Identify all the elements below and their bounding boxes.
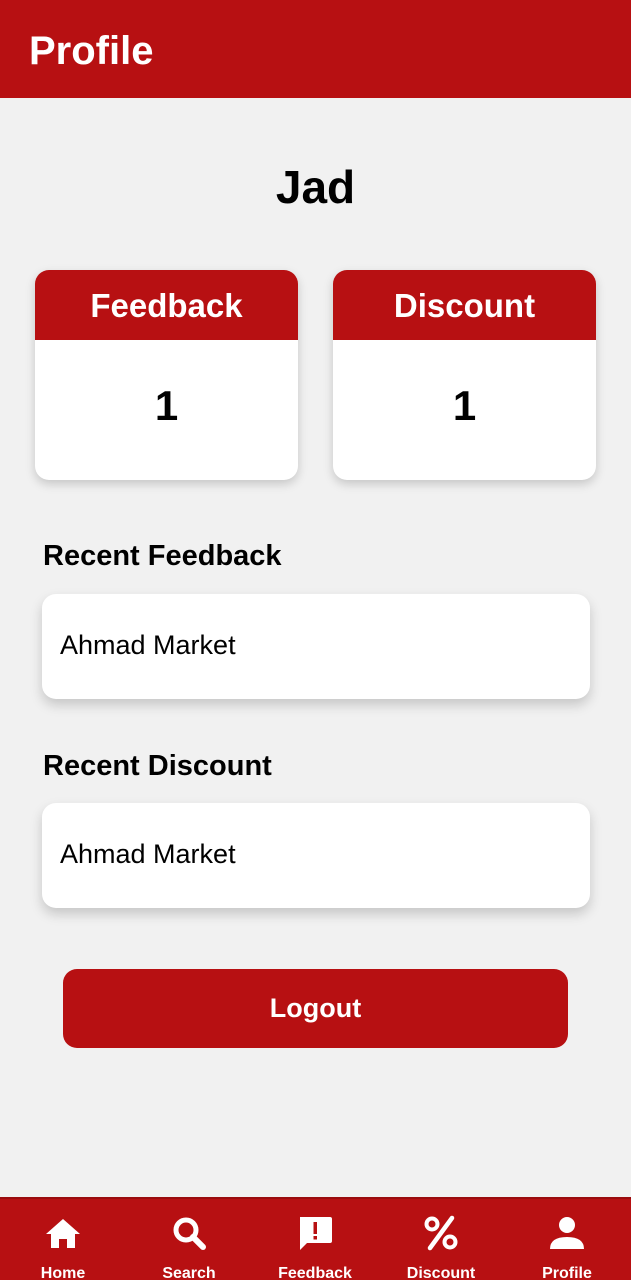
percent-icon xyxy=(421,1213,461,1253)
recent-discount-title: Recent Discount xyxy=(43,750,272,782)
discount-stat-card: Discount 1 xyxy=(333,270,596,480)
nav-label-feedback: Feedback xyxy=(278,1265,352,1280)
recent-discount-item: Ahmad Market xyxy=(60,839,236,869)
home-icon xyxy=(43,1213,83,1253)
page-title: Profile xyxy=(29,29,154,73)
nav-item-search[interactable]: Search xyxy=(126,1199,252,1280)
nav-item-feedback[interactable]: Feedback xyxy=(252,1199,378,1280)
bottom-nav: Home Search Feedback Discount Profile xyxy=(0,1197,631,1280)
recent-feedback-card[interactable]: Ahmad Market xyxy=(42,594,590,699)
feedback-stat-label: Feedback xyxy=(35,270,298,340)
nav-label-discount: Discount xyxy=(406,1265,476,1280)
recent-feedback-item: Ahmad Market xyxy=(60,630,236,660)
person-icon xyxy=(547,1213,587,1253)
feedback-icon xyxy=(295,1213,335,1253)
app-bar: Profile xyxy=(0,0,631,98)
nav-label-search: Search xyxy=(162,1265,216,1280)
logout-button[interactable]: Logout xyxy=(63,969,568,1048)
feedback-stat-card: Feedback 1 xyxy=(35,270,298,480)
nav-item-profile[interactable]: Profile xyxy=(504,1199,630,1280)
user-name: Jad xyxy=(275,161,356,213)
nav-label-profile: Profile xyxy=(542,1265,592,1280)
feedback-stat-value: 1 xyxy=(154,382,179,429)
nav-item-home[interactable]: Home xyxy=(0,1199,126,1280)
recent-discount-card[interactable]: Ahmad Market xyxy=(42,803,590,908)
search-icon xyxy=(169,1213,209,1253)
discount-stat-value: 1 xyxy=(452,382,477,429)
nav-item-discount[interactable]: Discount xyxy=(378,1199,504,1280)
recent-feedback-title: Recent Feedback xyxy=(43,540,282,572)
nav-label-home: Home xyxy=(40,1265,86,1280)
discount-stat-label: Discount xyxy=(333,270,596,340)
